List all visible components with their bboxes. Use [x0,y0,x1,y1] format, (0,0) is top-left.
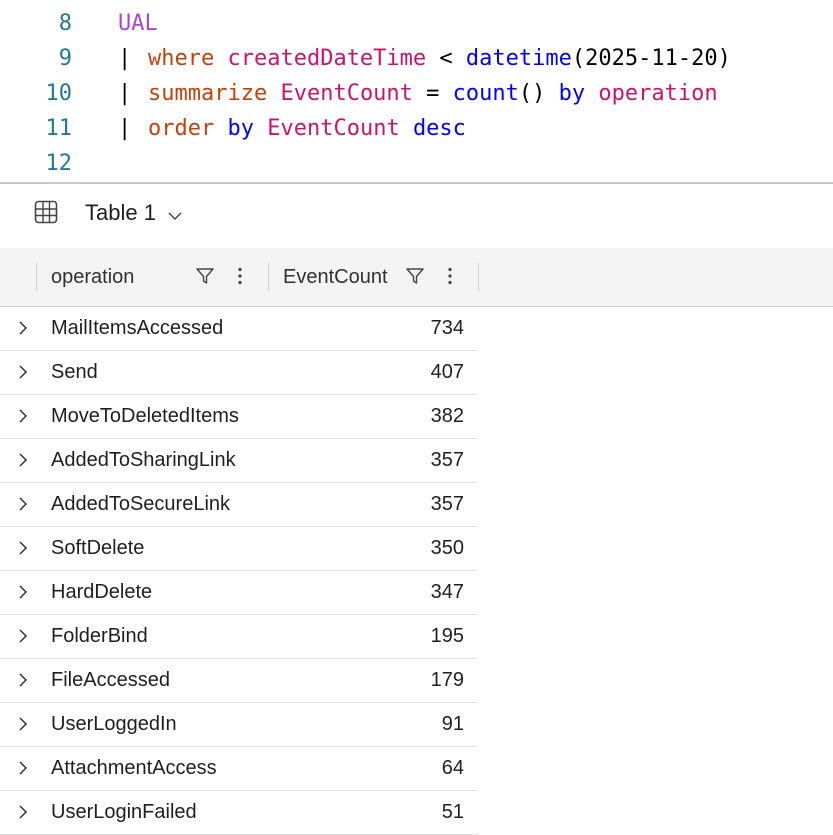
table-row[interactable]: AddedToSecureLink 357 [0,483,478,527]
eventcount-cell: 382 [430,405,464,427]
table-row[interactable]: FileAccessed 179 [0,659,478,703]
where-keyword: where [148,46,215,71]
operator-token: < [426,46,466,71]
table-row[interactable]: MoveToDeletedItems 382 [0,395,478,439]
chevron-right-icon[interactable] [17,452,29,468]
code-line[interactable]: 9 | where createdDateTime < datetime(2025… [0,41,833,76]
operation-cell: AttachmentAccess [51,757,217,779]
operation-cell: UserLoggedIn [51,713,177,735]
code-line[interactable]: 12 [0,146,833,181]
more-options-icon[interactable] [230,266,250,286]
eventcount-cell: 734 [430,317,464,339]
operation-cell: MailItemsAccessed [51,317,224,339]
chevron-right-icon[interactable] [17,540,29,556]
desc-keyword: desc [412,116,466,141]
code-line[interactable]: 11 | order by EventCount desc [0,111,833,146]
operation-cell: SoftDelete [51,537,145,559]
eventcount-cell: 347 [430,581,464,603]
summarize-keyword: summarize [148,81,268,106]
line-number: 12 [45,151,73,176]
column-separator [36,263,37,291]
by-keyword: by [227,116,254,141]
chevron-right-icon[interactable] [17,584,29,600]
table-row[interactable]: AttachmentAccess 64 [0,747,478,791]
more-options-icon[interactable] [440,266,460,286]
order-keyword: order [148,116,215,141]
operation-cell: AddedToSharingLink [51,449,236,471]
chevron-right-icon[interactable] [17,320,29,336]
line-number: 9 [58,46,72,71]
table-name-token: UAL [118,11,158,36]
table-row[interactable]: AddedToSharingLink 357 [0,439,478,483]
eventcount-cell: 195 [430,625,464,647]
paren-token: () [518,81,546,106]
chevron-down-icon[interactable] [168,208,182,221]
line-number: 11 [45,116,73,141]
function-token: datetime [465,46,572,71]
eventcount-cell: 357 [430,493,464,515]
table-row[interactable]: FolderBind 195 [0,615,478,659]
grid-header: operation EventCount [0,248,833,307]
eventcount-cell: 407 [430,361,464,383]
operation-cell: FileAccessed [51,669,170,691]
column-resize-handle[interactable] [268,263,269,291]
argument-token: (2025-11-20) [571,46,731,71]
grid-body: MailItemsAccessed 734 Send 407 MoveToDel… [0,307,478,835]
column-resize-handle[interactable] [478,263,479,291]
table-row[interactable]: SoftDelete 350 [0,527,478,571]
chevron-right-icon[interactable] [17,716,29,732]
column-header-eventcount[interactable]: EventCount [283,266,388,289]
table-row[interactable]: Send 407 [0,351,478,395]
query-editor[interactable]: 8 UAL 9 | where createdDateTime < datetim… [0,0,833,183]
eventcount-cell: 64 [441,757,464,779]
code-line[interactable]: 10 | summarize EventCount = count() by op… [0,76,833,111]
operation-cell: FolderBind [51,625,148,647]
eventcount-cell: 91 [441,713,464,735]
code-text[interactable]: | summarize EventCount = count() by opera… [118,76,718,111]
operation-cell: Send [51,361,98,383]
chevron-right-icon[interactable] [17,628,29,644]
chevron-right-icon[interactable] [17,364,29,380]
table-selector-label[interactable]: Table 1 [85,200,156,226]
table-row[interactable]: HardDelete 347 [0,571,478,615]
chevron-right-icon[interactable] [17,760,29,776]
chevron-right-icon[interactable] [17,496,29,512]
by-keyword: by [558,81,586,106]
operator-token: = [412,81,453,106]
column-token: createdDateTime [227,46,427,71]
chevron-right-icon[interactable] [17,408,29,424]
pipe-token: | [118,46,132,71]
column-token: EventCount [267,116,400,141]
code-text[interactable]: UAL [118,6,158,41]
function-token: count [452,81,519,106]
results-toolbar: Table 1 [0,184,833,248]
code-line[interactable]: 8 UAL [0,6,833,41]
operation-cell: UserLoginFailed [51,801,197,823]
code-text[interactable]: | where createdDateTime < datetime(2025-1… [118,41,731,76]
chevron-right-icon[interactable] [17,672,29,688]
filter-icon[interactable] [405,266,425,286]
table-row[interactable]: MailItemsAccessed 734 [0,307,478,351]
eventcount-cell: 179 [430,669,464,691]
operation-cell: AddedToSecureLink [51,493,231,515]
pipe-token: | [118,116,132,141]
table-row[interactable]: UserLoggedIn 91 [0,703,478,747]
eventcount-cell: 350 [430,537,464,559]
table-grid-icon [34,200,58,224]
column-header-operation[interactable]: operation [51,266,134,289]
operation-cell: MoveToDeletedItems [51,405,239,427]
chevron-right-icon[interactable] [17,804,29,820]
column-token: EventCount [280,81,413,106]
column-token: operation [598,81,718,106]
table-row[interactable]: UserLoginFailed 51 [0,791,478,835]
eventcount-cell: 51 [441,801,464,823]
pipe-token: | [118,81,132,106]
operation-cell: HardDelete [51,581,153,603]
line-number: 8 [58,11,72,36]
filter-icon[interactable] [195,266,215,286]
eventcount-cell: 357 [430,449,464,471]
code-text[interactable]: | order by EventCount desc [118,111,466,146]
line-number: 10 [45,81,73,106]
